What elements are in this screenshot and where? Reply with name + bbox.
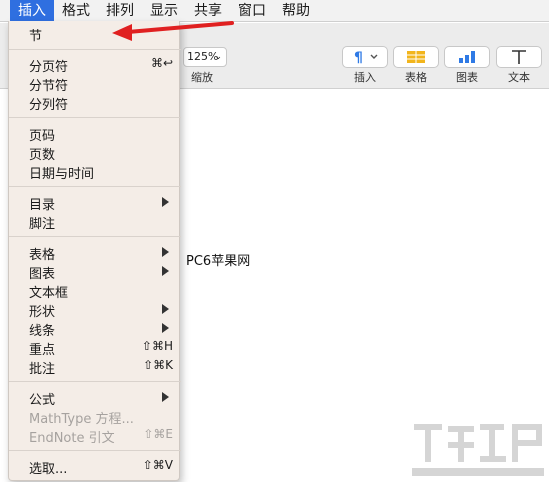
- chart-icon: [459, 51, 475, 63]
- menu-separator: [9, 236, 181, 237]
- menu-item-shortcut: ⇧⌘V: [142, 458, 173, 472]
- menu-separator: [9, 381, 181, 382]
- menu-separator: [9, 117, 181, 118]
- menubar: 插入 格式 排列 显示 共享 窗口 帮助: [0, 0, 549, 22]
- menu-item-label: 分节符: [29, 79, 69, 94]
- menu-item-label: 选取...: [29, 462, 68, 477]
- menu-item-label: 日期与时间: [29, 167, 95, 182]
- menu-item-label: 目录: [29, 198, 56, 213]
- submenu-arrow-icon: [162, 323, 169, 333]
- menu-item-label: MathType 方程...: [29, 412, 134, 427]
- menu-item-line[interactable]: 线条: [9, 319, 181, 339]
- submenu-arrow-icon: [162, 392, 169, 402]
- table-toolbar-button[interactable]: [393, 46, 439, 68]
- chart-toolbar-button[interactable]: [444, 46, 490, 68]
- menu-item-choose[interactable]: 选取... ⇧⌘V: [9, 457, 181, 477]
- menu-item-label: 脚注: [29, 217, 56, 232]
- chevron-down-icon: ⌄: [214, 52, 222, 62]
- menu-item-label: 公式: [29, 393, 56, 408]
- submenu-arrow-icon: [162, 247, 169, 257]
- menu-item-page-break[interactable]: 分页符 ⌘↩: [9, 55, 181, 75]
- menu-item-label: 分列符: [29, 98, 69, 113]
- text-icon: [512, 50, 526, 64]
- menu-item-shortcut: ⌘↩: [150, 56, 173, 70]
- menu-item-highlight[interactable]: 重点 ⇧⌘H: [9, 338, 181, 358]
- menu-item-label: 批注: [29, 362, 56, 377]
- menu-item-page-count[interactable]: 页数: [9, 143, 181, 163]
- menu-item-label: 分页符: [29, 60, 69, 75]
- menu-item-label: 重点: [29, 343, 56, 358]
- menu-item-shortcut: ⇧⌘E: [143, 427, 173, 441]
- menu-item-shortcut: ⇧⌘K: [143, 358, 173, 372]
- zoom-popup-button[interactable]: 125% ⌄: [183, 47, 227, 67]
- menubar-insert[interactable]: 插入: [10, 0, 54, 22]
- menu-item-label: 节: [29, 29, 43, 44]
- menu-item-footnote[interactable]: 脚注: [9, 212, 181, 232]
- insert-toolbar-button[interactable]: ¶: [342, 46, 388, 68]
- menu-item-label: 形状: [29, 305, 56, 320]
- table-icon: [407, 51, 425, 63]
- watermark-logo-icon: [412, 424, 544, 476]
- menu-item-label: 页码: [29, 129, 56, 144]
- menu-item-equation[interactable]: 公式: [9, 388, 181, 408]
- menu-item-date-time[interactable]: 日期与时间: [9, 162, 181, 182]
- submenu-arrow-icon: [162, 197, 169, 207]
- menu-item-endnote: EndNote 引文 ⇧⌘E: [9, 426, 181, 446]
- zoom-label: 缩放: [191, 71, 213, 84]
- submenu-arrow-icon: [162, 304, 169, 314]
- document-text[interactable]: PC6苹果网: [186, 250, 250, 269]
- menu-item-table[interactable]: 表格: [9, 243, 181, 263]
- menubar-format[interactable]: 格式: [54, 0, 98, 22]
- menu-item-chart[interactable]: 图表: [9, 262, 181, 282]
- text-toolbar-label: 文本: [508, 71, 530, 84]
- table-toolbar-label: 表格: [405, 71, 427, 84]
- menu-item-text-box[interactable]: 文本框: [9, 281, 181, 301]
- menu-item-column-break[interactable]: 分列符: [9, 93, 181, 113]
- menu-item-page-number[interactable]: 页码: [9, 124, 181, 144]
- submenu-arrow-icon: [162, 266, 169, 276]
- insert-toolbar-label: 插入: [354, 71, 376, 84]
- menubar-window[interactable]: 窗口: [230, 0, 274, 22]
- menu-item-label: EndNote 引文: [29, 431, 115, 446]
- paragraph-icon: ¶: [354, 50, 378, 66]
- text-toolbar-button[interactable]: [496, 46, 542, 68]
- menu-item-label: 表格: [29, 248, 56, 263]
- svg-text:¶: ¶: [354, 50, 363, 66]
- menu-item-label: 页数: [29, 148, 56, 163]
- menu-item-comment[interactable]: 批注 ⇧⌘K: [9, 357, 181, 377]
- menu-separator: [9, 450, 181, 451]
- menu-item-section-break[interactable]: 分节符: [9, 74, 181, 94]
- menu-item-toc[interactable]: 目录: [9, 193, 181, 213]
- menu-item-shortcut: ⇧⌘H: [141, 339, 173, 353]
- menu-item-label: 线条: [29, 324, 56, 339]
- menu-separator: [9, 186, 181, 187]
- menu-item-label: 文本框: [29, 286, 69, 301]
- menu-separator: [9, 49, 181, 50]
- annotation-arrow-icon: [112, 21, 234, 41]
- insert-menu: 节 分页符 ⌘↩ 分节符 分列符 页码 页数 日期与时间 目录 脚注 表格 图表…: [8, 21, 181, 481]
- menu-item-shape[interactable]: 形状: [9, 300, 181, 320]
- menu-item-label: 图表: [29, 267, 56, 282]
- menubar-help[interactable]: 帮助: [274, 0, 318, 22]
- chart-toolbar-label: 图表: [456, 71, 478, 84]
- menu-item-mathtype: MathType 方程...: [9, 407, 181, 427]
